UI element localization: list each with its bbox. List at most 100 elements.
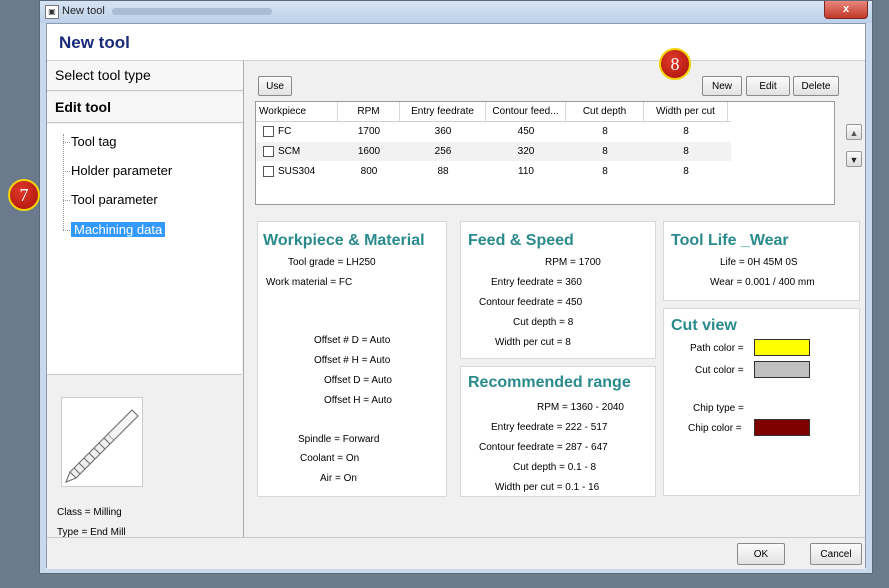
column-header-cut-depth[interactable]: Cut depth: [566, 102, 644, 121]
feed-contour-value: Contour feedrate = 450: [479, 297, 583, 308]
cell-entry-feedrate: 88: [437, 166, 449, 177]
rec-width-value: Width per cut = 0.1 - 16: [495, 482, 600, 493]
cancel-button[interactable]: Cancel: [810, 543, 862, 565]
cut-view-title: Cut view: [671, 317, 737, 334]
cell-cut-depth: 8: [602, 146, 608, 157]
tree-item-label: Tool tag: [71, 134, 117, 149]
rec-contour-value: Contour feedrate = 287 - 647: [479, 442, 608, 453]
cell-rpm: 800: [360, 166, 378, 177]
cell-entry-feedrate: 360: [434, 126, 452, 137]
new-button[interactable]: New: [702, 76, 742, 96]
use-button[interactable]: Use: [258, 76, 292, 96]
tool-life-value: Life = 0H 45M 0S: [720, 257, 798, 268]
tree-item-label: Tool parameter: [71, 192, 158, 207]
chip-color-swatch[interactable]: [754, 419, 810, 436]
tree-item-label: Holder parameter: [71, 163, 173, 178]
app-icon: ▣: [45, 5, 59, 19]
edit-tool-section[interactable]: Edit tool: [47, 93, 243, 123]
delete-button[interactable]: Delete: [793, 76, 839, 96]
edit-button[interactable]: Edit: [746, 76, 790, 96]
window-title: New tool: [62, 5, 105, 17]
table-row[interactable]: SCM 1600 256 320 8 8: [256, 142, 731, 161]
chip-type-label: Chip type =: [693, 403, 744, 414]
dialog-client: New tool Select tool type Edit tool Tool…: [46, 23, 866, 569]
spindle-value: Spindle = Forward: [298, 434, 380, 445]
row-checkbox[interactable]: [263, 166, 274, 177]
cell-rpm: 1600: [357, 146, 381, 157]
offset-d-number-value: Offset # D = Auto: [314, 335, 391, 346]
chip-color-label: Chip color =: [688, 423, 742, 434]
edit-tool-tree: Tool tag Holder parameter Tool parameter…: [47, 124, 242, 375]
rec-cut-depth-value: Cut depth = 0.1 - 8: [513, 462, 597, 473]
class-info: Class = Milling: [57, 507, 122, 518]
ok-button[interactable]: OK: [737, 543, 785, 565]
feed-speed-panel: Feed & Speed RPM = 1700 Entry feedrate =…: [460, 221, 656, 359]
cut-color-label: Cut color =: [695, 365, 744, 376]
feed-width-value: Width per cut = 8: [495, 337, 571, 348]
cell-contour-feed: 110: [518, 166, 534, 177]
offset-h-value: Offset H = Auto: [324, 395, 392, 406]
new-tool-window: ▣ New tool x New tool Select tool type E…: [39, 0, 873, 574]
cell-contour-feed: 320: [517, 146, 535, 157]
tool-wear-value: Wear = 0.001 / 400 mm: [710, 277, 815, 288]
cell-contour-feed: 450: [517, 126, 535, 137]
offset-h-number-value: Offset # H = Auto: [314, 355, 391, 366]
cell-cut-depth: 8: [602, 126, 608, 137]
column-header-width-per-cut[interactable]: Width per cut: [644, 102, 728, 121]
cell-workpiece: FC: [278, 126, 292, 137]
cell-workpiece: SUS304: [278, 166, 316, 177]
tree-item-holder-parameter[interactable]: Holder parameter: [63, 161, 172, 181]
table-row[interactable]: FC 1700 360 450 8 8: [256, 122, 731, 141]
feed-cut-depth-value: Cut depth = 8: [513, 317, 574, 328]
move-up-icon[interactable]: ▲: [846, 124, 862, 140]
column-header-entry-feedrate[interactable]: Entry feedrate: [400, 102, 486, 121]
feed-rpm-value: RPM = 1700: [545, 257, 601, 268]
cell-cut-depth: 8: [602, 166, 608, 177]
machining-data-table: Workpiece RPM Entry feedrate Contour fee…: [255, 101, 835, 205]
blurred-title-text: [112, 8, 272, 15]
path-color-swatch[interactable]: [754, 339, 810, 356]
cut-view-panel: Cut view Path color = Cut color = Chip t…: [663, 308, 860, 496]
recommended-range-title: Recommended range: [468, 374, 631, 391]
coolant-value: Coolant = On: [300, 453, 360, 464]
title-bar: ▣ New tool x: [40, 1, 872, 23]
cell-width-per-cut: 8: [683, 126, 689, 137]
cell-rpm: 1700: [357, 126, 381, 137]
tool-life-title: Tool Life _Wear: [671, 232, 789, 249]
column-header-workpiece[interactable]: Workpiece: [256, 102, 338, 121]
column-header-contour-feed[interactable]: Contour feed...: [486, 102, 566, 121]
tool-grade-value: Tool grade = LH250: [288, 257, 376, 268]
air-value: Air = On: [320, 473, 357, 484]
tree-item-machining-data[interactable]: Machining data: [63, 220, 166, 240]
page-title: New tool: [59, 33, 130, 52]
callout-badge-7: 7: [8, 179, 40, 211]
right-pane: Use New Edit Delete Workpiece RPM Entry …: [246, 61, 866, 537]
workpiece-material-panel: Workpiece & Material Tool grade = LH250 …: [257, 221, 447, 497]
cut-color-swatch[interactable]: [754, 361, 810, 378]
feed-speed-title: Feed & Speed: [468, 232, 574, 249]
row-checkbox[interactable]: [263, 146, 274, 157]
rec-rpm-value: RPM = 1360 - 2040: [537, 402, 624, 413]
feed-entry-value: Entry feedrate = 360: [491, 277, 582, 288]
dialog-footer: OK Cancel: [47, 537, 865, 569]
recommended-range-panel: Recommended range RPM = 1360 - 2040 Entr…: [460, 366, 656, 497]
table-header: Workpiece RPM Entry feedrate Contour fee…: [256, 102, 731, 122]
table-row[interactable]: SUS304 800 88 110 8 8: [256, 162, 731, 181]
tree-item-tool-parameter[interactable]: Tool parameter: [63, 190, 158, 210]
cell-entry-feedrate: 256: [434, 146, 452, 157]
offset-d-value: Offset D = Auto: [324, 375, 392, 386]
rec-entry-value: Entry feedrate = 222 - 517: [491, 422, 608, 433]
cell-width-per-cut: 8: [683, 166, 689, 177]
select-tool-type-section[interactable]: Select tool type: [47, 61, 243, 91]
close-button[interactable]: x: [824, 1, 868, 19]
dialog-header: New tool: [47, 24, 865, 61]
end-mill-icon: [61, 397, 143, 487]
cell-workpiece: SCM: [278, 146, 301, 157]
left-pane: Select tool type Edit tool Tool tag Hold…: [47, 61, 244, 538]
column-header-rpm[interactable]: RPM: [338, 102, 400, 121]
row-checkbox[interactable]: [263, 126, 274, 137]
move-down-icon[interactable]: ▼: [846, 151, 862, 167]
tool-life-panel: Tool Life _Wear Life = 0H 45M 0S Wear = …: [663, 221, 860, 301]
tree-item-tool-tag[interactable]: Tool tag: [63, 132, 117, 152]
cell-width-per-cut: 8: [683, 146, 689, 157]
